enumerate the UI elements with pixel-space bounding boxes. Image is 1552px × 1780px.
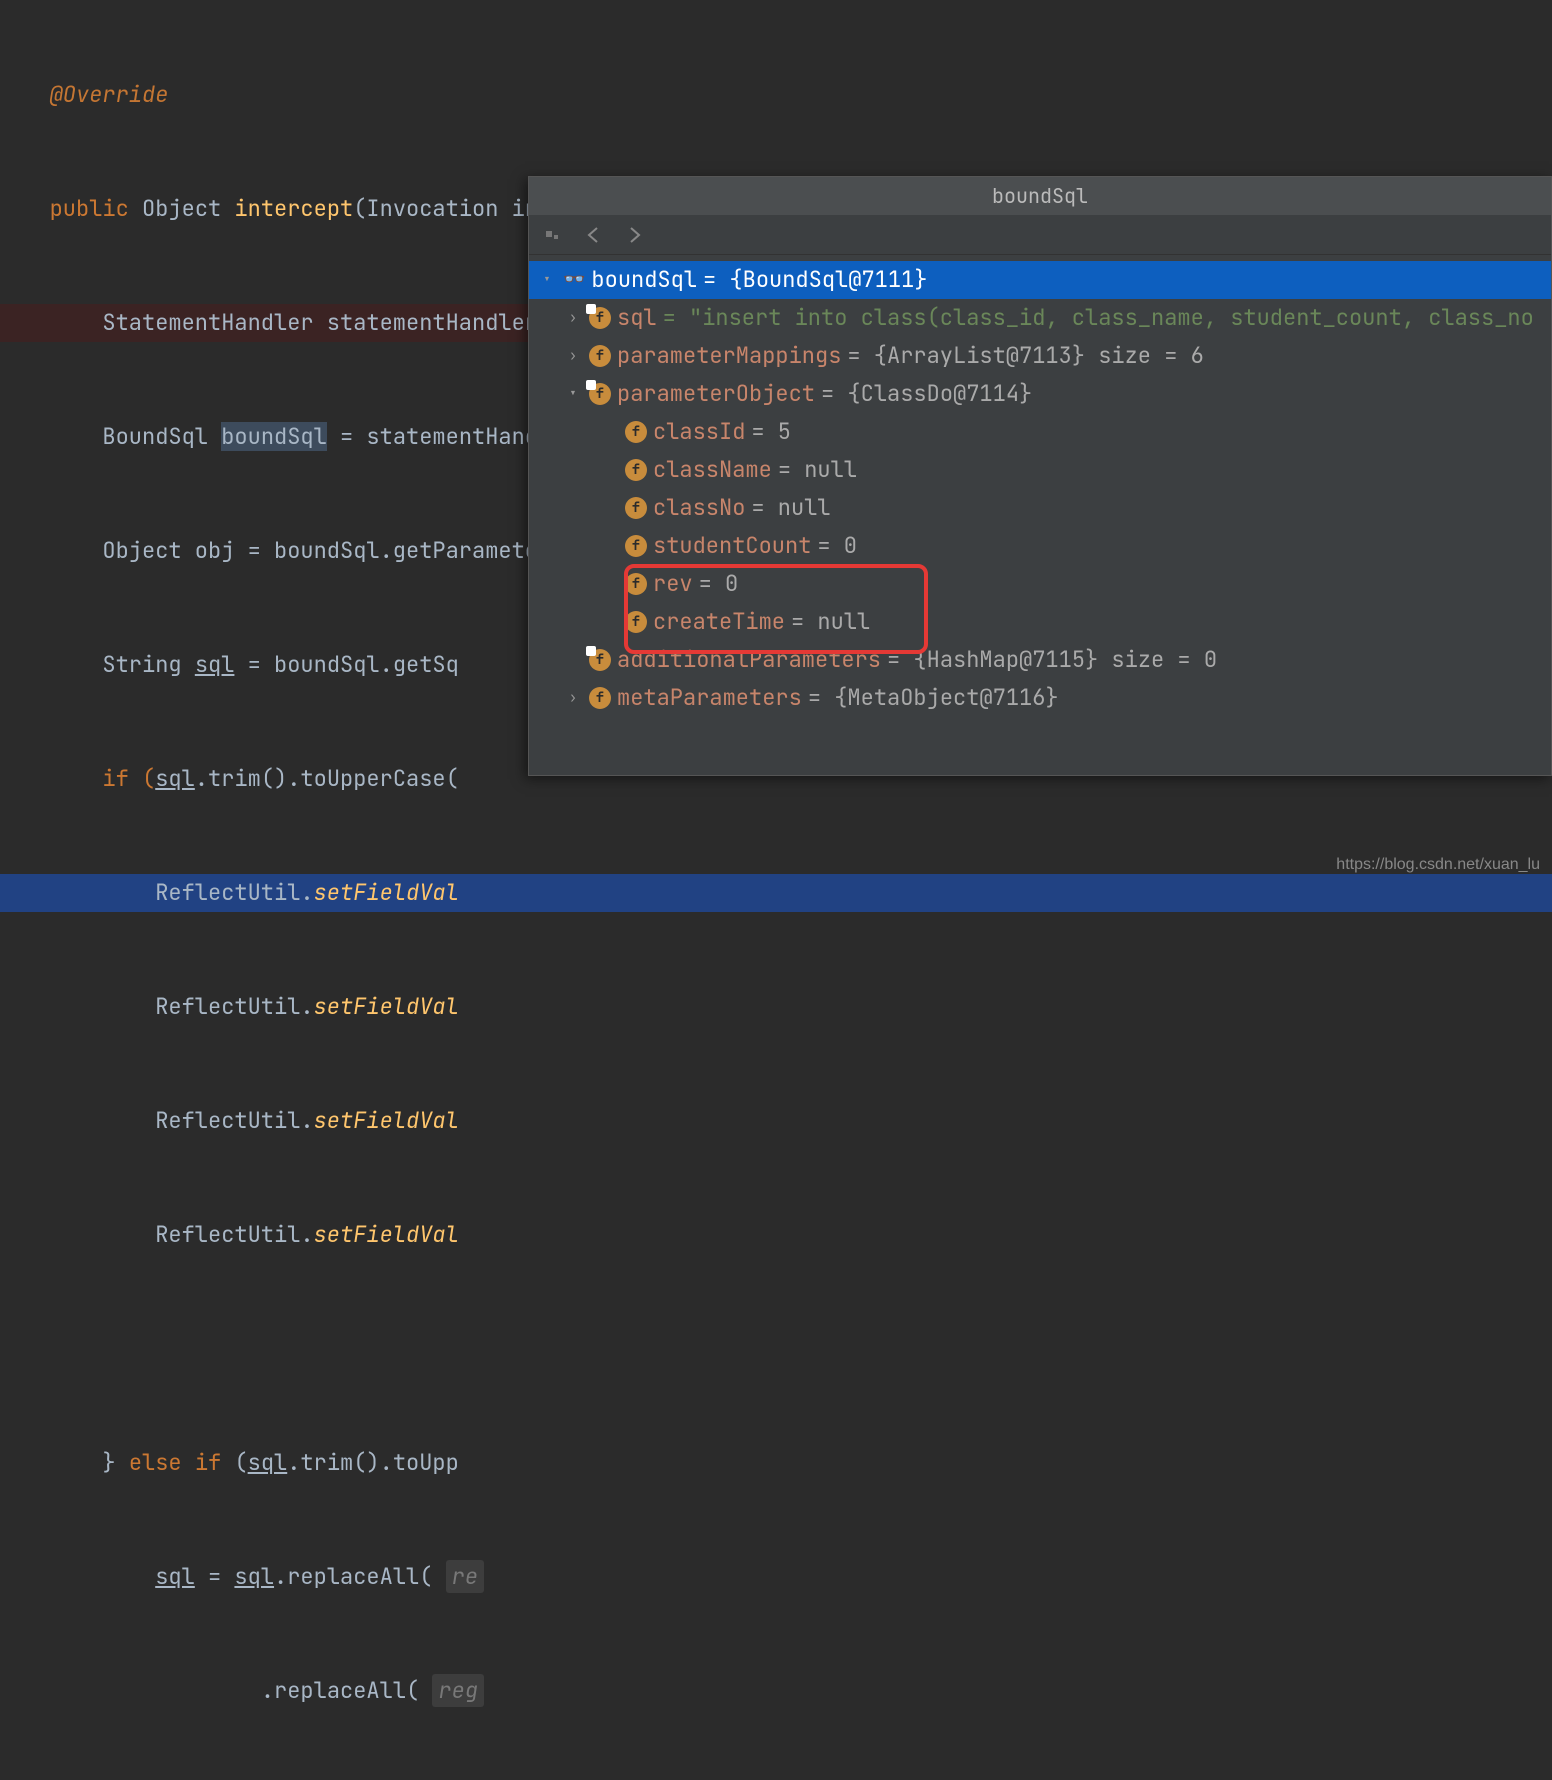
breakpoint-icon[interactable] <box>543 224 565 246</box>
field-icon: f <box>625 535 647 557</box>
code-line: ReflectUtil.setFieldVal <box>0 988 1552 1026</box>
nav-back-icon[interactable] <box>583 224 605 246</box>
field-icon: f <box>589 345 611 367</box>
tree-row[interactable]: ▾ f parameterObject = {ClassDo@7114} <box>529 375 1551 413</box>
field-icon: f <box>589 383 611 405</box>
tree-row[interactable]: › f classNo = null <box>529 489 1551 527</box>
field-icon: f <box>625 459 647 481</box>
tree-row[interactable]: › f sql = "insert into class(class_id, c… <box>529 299 1551 337</box>
field-icon: f <box>625 497 647 519</box>
watch-icon: 👓 <box>563 261 585 299</box>
code-line: } else if (sql.trim().toUpp <box>0 1444 1552 1482</box>
field-icon: f <box>625 421 647 443</box>
code-line <box>0 1330 1552 1368</box>
tree-row[interactable]: › f studentCount = 0 <box>529 527 1551 565</box>
debug-title: boundSql <box>529 177 1551 215</box>
field-icon: f <box>589 687 611 709</box>
tree-row[interactable]: › f className = null <box>529 451 1551 489</box>
code-line: sql = sql.replaceAll( re <box>0 1558 1552 1596</box>
chevron-down-icon[interactable]: ▾ <box>563 375 583 413</box>
field-icon: f <box>589 649 611 671</box>
code-line: .replaceAll( reg <box>0 1672 1552 1710</box>
code-line: ReflectUtil.setFieldVal <box>0 1216 1552 1254</box>
tree-row[interactable]: › f metaParameters = {MetaObject@7116} <box>529 679 1551 717</box>
tree-row[interactable]: › f classId = 5 <box>529 413 1551 451</box>
watermark: https://blog.csdn.net/xuan_lu <box>1336 846 1540 884</box>
debug-toolbar <box>529 215 1551 255</box>
chevron-right-icon[interactable]: › <box>563 299 583 337</box>
tree-row[interactable]: › f parameterMappings = {ArrayList@7113}… <box>529 337 1551 375</box>
code-line-current: ReflectUtil.setFieldVal <box>0 874 1552 912</box>
tree-root[interactable]: ▾ 👓 boundSql = {BoundSql@7111} <box>529 261 1551 299</box>
nav-forward-icon[interactable] <box>623 224 645 246</box>
chevron-right-icon[interactable]: › <box>563 679 583 717</box>
debug-variables-popup[interactable]: boundSql ▾ 👓 boundSql = {BoundSql@7111} … <box>528 176 1552 776</box>
field-icon: f <box>589 307 611 329</box>
chevron-right-icon[interactable]: › <box>563 337 583 375</box>
annotation: @Override <box>50 80 169 109</box>
code-line: ReflectUtil.setFieldVal <box>0 1102 1552 1140</box>
highlight-annotation <box>624 564 928 654</box>
code-line: @Override <box>0 76 1552 114</box>
chevron-down-icon[interactable]: ▾ <box>537 261 557 299</box>
